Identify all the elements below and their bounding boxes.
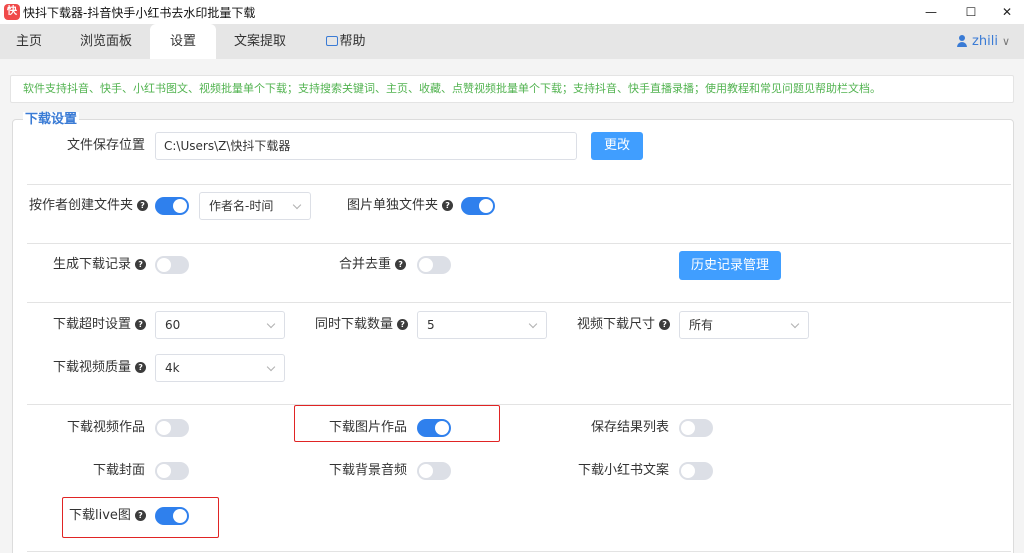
user-menu[interactable]: zhili ∨ bbox=[957, 24, 1010, 59]
author-folder-format-select[interactable]: 作者名-时间 bbox=[199, 192, 311, 220]
author-folder-label: 按作者创建文件夹 bbox=[29, 198, 134, 213]
help-icon[interactable]: ? bbox=[135, 259, 147, 270]
save-path-label: 文件保存位置 bbox=[66, 138, 145, 153]
help-icon[interactable]: ? bbox=[659, 319, 671, 330]
download-record-switch[interactable] bbox=[155, 256, 189, 274]
author-folder-format-value: 作者名-时间 bbox=[209, 199, 274, 213]
section-divider bbox=[27, 404, 1011, 405]
image-folder-label: 图片单独文件夹 bbox=[347, 198, 439, 213]
help-icon[interactable]: ? bbox=[395, 259, 407, 270]
dl-cover-switch[interactable] bbox=[155, 462, 189, 480]
help-icon[interactable]: ? bbox=[137, 200, 149, 211]
dl-xhs-text-label: 下载小红书文案 bbox=[577, 463, 669, 478]
concurrency-setting: 同时下载数量? bbox=[315, 315, 409, 335]
video-size-select[interactable]: 所有 bbox=[679, 311, 809, 339]
help-icon[interactable]: ? bbox=[397, 319, 409, 330]
image-folder-switch[interactable] bbox=[461, 197, 495, 215]
help-icon[interactable]: ? bbox=[442, 200, 454, 211]
chevron-down-icon: ∨ bbox=[1001, 35, 1010, 48]
download-record-setting: 生成下载记录? bbox=[53, 255, 147, 275]
tab-copy-extract[interactable]: 文案提取 bbox=[222, 24, 298, 59]
save-path-input[interactable]: C:\Users\Z\快抖下载器 bbox=[155, 132, 577, 160]
help-icon[interactable]: ? bbox=[135, 362, 147, 373]
author-folder-switch[interactable] bbox=[155, 197, 189, 215]
section-divider bbox=[27, 184, 1011, 185]
download-record-label: 生成下载记录 bbox=[53, 257, 132, 272]
video-size-value: 所有 bbox=[689, 318, 714, 332]
user-name: zhili bbox=[972, 34, 998, 49]
section-divider bbox=[27, 302, 1011, 303]
chevron-down-icon bbox=[266, 319, 276, 329]
merge-dedup-label: 合并去重 bbox=[339, 257, 392, 272]
save-results-switch[interactable] bbox=[679, 419, 713, 437]
chevron-down-icon bbox=[292, 200, 302, 210]
title-bar: 快 快抖下载器-抖音快手小红书去水印批量下载 — ☐ ✕ bbox=[0, 0, 1024, 24]
save-results-label: 保存结果列表 bbox=[590, 420, 669, 435]
notice-banner: 软件支持抖音、快手、小红书图文、视频批量单个下载；支持搜索关键词、主页、收藏、点… bbox=[10, 75, 1014, 103]
video-size-setting: 视频下载尺寸? bbox=[577, 315, 671, 335]
book-icon bbox=[326, 36, 339, 46]
window-title: 快抖下载器-抖音快手小红书去水印批量下载 bbox=[23, 6, 256, 20]
close-button[interactable]: ✕ bbox=[984, 0, 1024, 24]
concurrency-select[interactable]: 5 bbox=[417, 311, 547, 339]
timeout-label: 下载超时设置 bbox=[53, 317, 132, 332]
user-icon bbox=[957, 35, 968, 47]
tab-settings[interactable]: 设置 bbox=[150, 24, 216, 59]
timeout-setting: 下载超时设置? bbox=[53, 315, 147, 335]
merge-dedup-setting: 合并去重? bbox=[339, 255, 407, 275]
panel-legend: 下载设置 bbox=[23, 112, 80, 128]
chevron-down-icon bbox=[266, 362, 276, 372]
chevron-down-icon bbox=[528, 319, 538, 329]
video-quality-select[interactable]: 4k bbox=[155, 354, 285, 382]
dl-xhs-text-switch[interactable] bbox=[679, 462, 713, 480]
history-management-button[interactable]: 历史记录管理 bbox=[679, 251, 781, 280]
highlight-box-live bbox=[62, 497, 219, 538]
dl-video-label: 下载视频作品 bbox=[66, 420, 145, 435]
settings-page: 软件支持抖音、快手、小红书图文、视频批量单个下载；支持搜索关键词、主页、收藏、点… bbox=[0, 59, 1024, 553]
concurrency-value: 5 bbox=[427, 318, 435, 332]
tab-help-label: 帮助 bbox=[339, 34, 366, 49]
image-folder-setting: 图片单独文件夹? bbox=[347, 196, 454, 216]
section-divider bbox=[27, 551, 1011, 552]
dl-video-switch[interactable] bbox=[155, 419, 189, 437]
change-path-button[interactable]: 更改 bbox=[591, 132, 643, 160]
chevron-down-icon bbox=[790, 319, 800, 329]
video-size-label: 视频下载尺寸 bbox=[577, 317, 656, 332]
section-divider bbox=[27, 243, 1011, 244]
merge-dedup-switch[interactable] bbox=[417, 256, 451, 274]
timeout-select[interactable]: 60 bbox=[155, 311, 285, 339]
tab-home[interactable]: 主页 bbox=[0, 24, 58, 59]
help-icon[interactable]: ? bbox=[135, 319, 147, 330]
dl-cover-label: 下载封面 bbox=[92, 463, 145, 478]
video-quality-label: 下载视频质量 bbox=[53, 360, 132, 375]
author-folder-setting: 按作者创建文件夹? bbox=[29, 196, 149, 216]
main-tab-bar: 主页 浏览面板 设置 文案提取 帮助 zhili ∨ bbox=[0, 24, 1024, 59]
dl-bgm-label: 下载背景音频 bbox=[328, 463, 407, 478]
dl-bgm-switch[interactable] bbox=[417, 462, 451, 480]
download-settings-panel: 下载设置 文件保存位置 C:\Users\Z\快抖下载器 更改 按作者创建文件夹… bbox=[12, 112, 1014, 553]
video-quality-setting: 下载视频质量? bbox=[53, 358, 147, 378]
video-quality-value: 4k bbox=[165, 361, 180, 375]
tab-help[interactable]: 帮助 bbox=[316, 24, 376, 59]
concurrency-label: 同时下载数量 bbox=[315, 317, 394, 332]
timeout-value: 60 bbox=[165, 318, 181, 332]
highlight-box-images bbox=[294, 405, 500, 442]
tab-browse-panel[interactable]: 浏览面板 bbox=[66, 24, 146, 59]
app-logo-icon: 快 bbox=[4, 4, 20, 20]
